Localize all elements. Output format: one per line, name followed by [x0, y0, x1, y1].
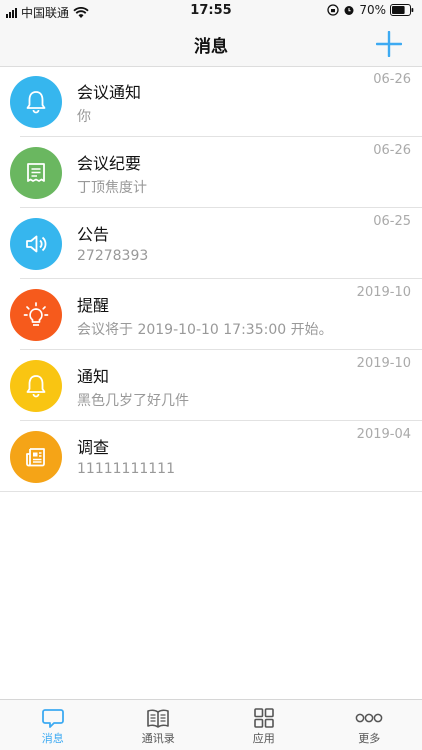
battery-icon [390, 4, 414, 16]
status-bar: 中国联通 17:55 70% [0, 0, 422, 22]
message-title: 公告 [77, 225, 110, 244]
message-title: 通知 [77, 367, 110, 386]
newspaper-icon [10, 431, 62, 483]
message-item-survey[interactable]: 调查 11111111111 2019-04 [0, 421, 422, 492]
divider [0, 491, 422, 492]
message-date: 2019-10 [356, 356, 411, 371]
tab-contacts[interactable]: 通讯录 [106, 700, 212, 750]
message-preview: 黑色几岁了好几件 [77, 393, 189, 409]
tab-label: 消息 [41, 732, 64, 745]
message-item-meeting-notice[interactable]: 会议通知 你 06-26 [0, 66, 422, 137]
message-item-reminder[interactable]: 提醒 会议将于 2019-10-10 17:35:00 开始。 2019-10 [0, 279, 422, 350]
message-preview: 会议将于 2019-10-10 17:35:00 开始。 [77, 322, 333, 338]
message-item-notice[interactable]: 通知 黑色几岁了好几件 2019-10 [0, 350, 422, 421]
tab-apps[interactable]: 应用 [211, 700, 317, 750]
message-item-announcement[interactable]: 公告 27278393 06-25 [0, 208, 422, 279]
message-item-meeting-minutes[interactable]: 会议纪要 丁顶焦度计 06-26 [0, 137, 422, 208]
chat-bubble-icon [41, 709, 64, 728]
grid-icon [253, 708, 274, 728]
alarm-icon [344, 6, 354, 15]
status-bar-right: 70% [327, 3, 414, 17]
message-preview: 你 [77, 109, 91, 125]
message-preview: 丁顶焦度计 [77, 180, 147, 196]
message-preview: 27278393 [77, 248, 149, 264]
message-title: 会议通知 [77, 83, 142, 102]
message-date: 06-26 [373, 143, 411, 158]
message-title: 提醒 [77, 296, 110, 315]
tab-label: 应用 [252, 732, 275, 745]
tab-messages[interactable]: 消息 [0, 700, 106, 750]
speaker-icon [10, 218, 62, 270]
tab-label: 通讯录 [141, 732, 175, 745]
message-title: 会议纪要 [77, 154, 142, 173]
tab-label: 更多 [358, 732, 381, 745]
battery-percent: 70% [359, 3, 386, 17]
message-date: 06-25 [373, 214, 411, 229]
lightbulb-icon [10, 289, 62, 341]
message-date: 06-26 [373, 72, 411, 87]
more-dots-icon [355, 713, 383, 723]
tab-more[interactable]: 更多 [317, 700, 422, 750]
bell-icon [10, 76, 62, 128]
tab-bar: 消息 通讯录 应用 更多 [0, 699, 422, 750]
navigation-bar: 消息 [0, 22, 422, 67]
bell-icon [10, 360, 62, 412]
message-date: 2019-10 [356, 285, 411, 300]
receipt-icon [10, 147, 62, 199]
rotation-lock-icon [327, 4, 339, 16]
page-title: 消息 [194, 37, 228, 57]
plus-icon[interactable] [376, 31, 402, 57]
message-title: 调查 [77, 438, 110, 457]
message-preview: 11111111111 [77, 461, 175, 477]
message-date: 2019-04 [356, 427, 411, 442]
message-list: 会议通知 你 06-26 会议纪要 丁顶焦度计 06-26 公告 2727839… [0, 66, 422, 492]
book-icon [147, 709, 170, 728]
